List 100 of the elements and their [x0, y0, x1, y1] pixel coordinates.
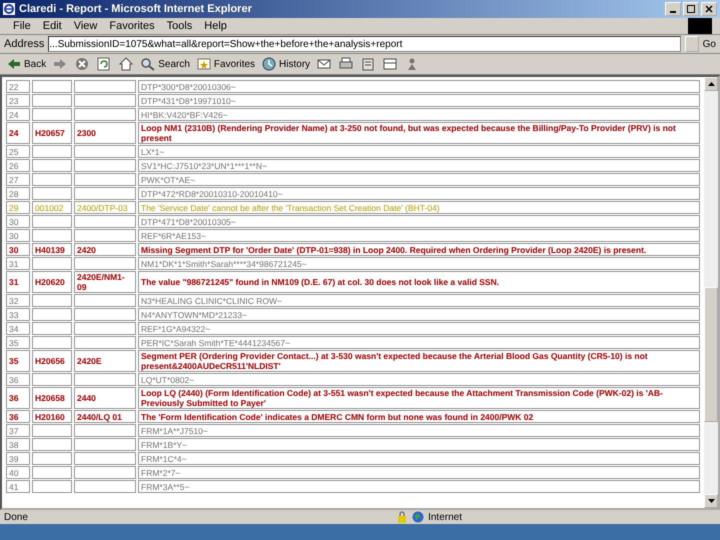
error-code-cell: [32, 452, 72, 465]
line-number-cell: 33: [6, 308, 30, 321]
line-number-cell: 30: [6, 215, 30, 228]
segment-cell: FRM*1A**J7510~: [138, 424, 700, 437]
search-icon: [140, 57, 156, 71]
line-number-cell: 30: [6, 229, 30, 242]
error-code-cell: H40139: [32, 243, 72, 256]
loop-cell: [74, 294, 136, 307]
discuss-icon: [382, 57, 398, 71]
error-code-cell: [32, 336, 72, 349]
segment-cell: SV1*HC:J7510*23*UN*1***1**N~: [138, 159, 700, 172]
error-code-cell: [32, 480, 72, 493]
loop-cell: [74, 438, 136, 451]
back-button[interactable]: Back: [6, 57, 46, 71]
line-number-cell: 40: [6, 466, 30, 479]
home-icon: [118, 57, 134, 71]
line-number-cell: 25: [6, 145, 30, 158]
error-code-cell: [32, 322, 72, 335]
error-code-cell: [32, 466, 72, 479]
segment-cell: PWK*OT*AE~: [138, 173, 700, 186]
loop-cell: [74, 322, 136, 335]
message-cell: The value "986721245" found in NM109 (D.E. 67) at col. 30 does not look like a valid SSN.: [138, 271, 700, 293]
status-text: Done: [4, 512, 28, 522]
home-button[interactable]: [118, 57, 134, 71]
line-number-cell: 36: [6, 410, 30, 423]
error-code-cell: H20658: [32, 387, 72, 409]
error-code-cell: H20620: [32, 271, 72, 293]
line-number-cell: 24: [6, 108, 30, 121]
stop-button[interactable]: [74, 57, 90, 71]
maximize-button[interactable]: [683, 2, 699, 16]
go-button[interactable]: Go: [702, 38, 716, 50]
close-icon: [705, 5, 713, 13]
favorites-button[interactable]: Favorites: [196, 57, 256, 71]
segment-cell: FRM*3A**5~: [138, 480, 700, 493]
globe-icon: [412, 511, 424, 523]
line-number-cell: 36: [6, 373, 30, 386]
loop-cell: [74, 308, 136, 321]
address-field[interactable]: ...SubmissionID=1075&what=all&report=Show+the+before+the+analysis+report: [48, 36, 681, 52]
error-code-cell: [32, 308, 72, 321]
error-code-cell: [32, 94, 72, 107]
menu-item[interactable]: Tools: [162, 20, 198, 32]
history-button[interactable]: History: [261, 57, 310, 71]
message-cell: Segment PER (Ordering Provider Contact...) at 3-530 wasn't expected because the Arterial Blood Gas Quantity (CR5-10) is not present&2400AUDeCR511'NLDIST': [138, 350, 700, 372]
loop-cell: [74, 466, 136, 479]
scrollbar[interactable]: [704, 77, 718, 508]
mail-icon: [316, 57, 332, 71]
error-code-cell: [32, 145, 72, 158]
segment-cell: DTP*431*D8*19971010~: [138, 94, 700, 107]
line-number-cell: 29: [6, 201, 30, 214]
error-code-cell: [32, 159, 72, 172]
discuss-button[interactable]: [382, 57, 398, 71]
loop-cell: [74, 480, 136, 493]
loop-cell: [74, 424, 136, 437]
loop-cell: [74, 108, 136, 121]
loop-cell: [74, 187, 136, 200]
address-label: Address: [4, 38, 44, 50]
line-number-cell: 35: [6, 350, 30, 372]
loop-cell: [74, 215, 136, 228]
menu-item[interactable]: File: [8, 20, 36, 32]
back-icon: [6, 57, 22, 71]
line-number-cell: 31: [6, 271, 30, 293]
line-number-cell: 24: [6, 122, 30, 144]
print-button[interactable]: [338, 57, 354, 71]
line-number-cell: 34: [6, 322, 30, 335]
loop-cell: [74, 173, 136, 186]
error-code-cell: [32, 257, 72, 270]
menu-item[interactable]: Edit: [38, 20, 67, 32]
close-button[interactable]: [701, 2, 717, 16]
down-arrow-icon: [708, 499, 714, 503]
line-number-cell: 27: [6, 173, 30, 186]
segment-cell: REF*1G*A94322~: [138, 322, 700, 335]
line-number-cell: 30: [6, 243, 30, 256]
forward-icon: [52, 57, 68, 71]
minimize-button[interactable]: [665, 2, 681, 16]
error-code-cell: [32, 424, 72, 437]
segment-cell: DTP*300*D8*20010306~: [138, 80, 700, 93]
menu-item[interactable]: Help: [199, 20, 232, 32]
edit-button[interactable]: [360, 57, 376, 71]
refresh-button[interactable]: [96, 57, 112, 71]
line-number-cell: 26: [6, 159, 30, 172]
loop-cell: 2420E: [74, 350, 136, 372]
loop-cell: 2420E/NM1-09: [74, 271, 136, 293]
loop-cell: [74, 94, 136, 107]
loop-cell: 2400/DTP-03: [74, 201, 136, 214]
stop-icon: [74, 57, 90, 71]
line-number-cell: 22: [6, 80, 30, 93]
line-number-cell: 35: [6, 336, 30, 349]
message-cell: Loop NM1 (2310B) (Rendering Provider Name) at 3-250 not found, but was expected because the Billing/Pay-To Provider (PRV) is not present: [138, 122, 700, 144]
segment-cell: N4*ANYTOWN*MD*21233~: [138, 308, 700, 321]
mail-button[interactable]: [316, 57, 332, 71]
menu-item[interactable]: View: [68, 20, 102, 32]
segment-cell: FRM*1C*4~: [138, 452, 700, 465]
error-code-cell: [32, 438, 72, 451]
menu-item[interactable]: Favorites: [104, 20, 160, 32]
error-code-cell: H20656: [32, 350, 72, 372]
error-code-cell: [32, 173, 72, 186]
history-icon: [261, 57, 278, 71]
message-cell: Missing Segment DTP for 'Order Date' (DTP-01=938) in Loop 2400. Required when Ordering Provider (Loop 2420E) is present.: [138, 243, 700, 256]
search-button[interactable]: Search: [140, 57, 190, 71]
loop-cell: 2440: [74, 387, 136, 409]
